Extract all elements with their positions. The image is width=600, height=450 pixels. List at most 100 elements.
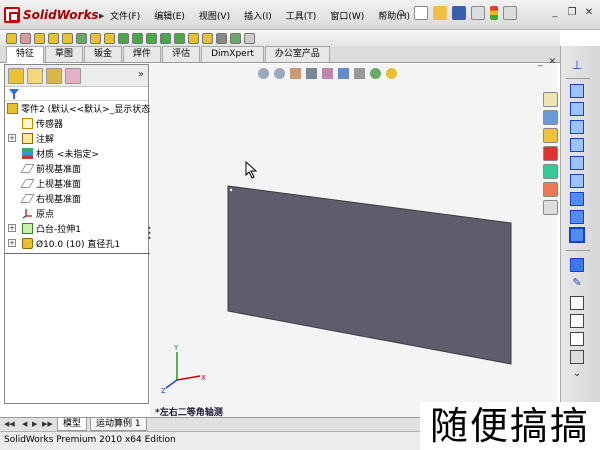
right-view-icon[interactable] bbox=[570, 138, 584, 152]
apply-scene-icon[interactable] bbox=[386, 68, 397, 79]
revolve-icon[interactable] bbox=[20, 32, 31, 44]
menu-expand-arrow-icon[interactable]: ▶ bbox=[99, 12, 104, 20]
tree-item-sensors[interactable]: 传感器 bbox=[5, 116, 148, 131]
chevron-right-icon[interactable]: » bbox=[138, 69, 144, 80]
extrude-boss-icon[interactable] bbox=[6, 32, 17, 44]
appearances-scenes-icon[interactable] bbox=[542, 182, 558, 197]
curves-icon[interactable] bbox=[230, 32, 241, 44]
tab-office-products[interactable]: 办公室产品 bbox=[264, 46, 330, 62]
last-tab-icon[interactable]: ▶▶ bbox=[42, 420, 53, 428]
rebuild-traffic-light-icon[interactable] bbox=[490, 6, 498, 20]
view-palette-icon[interactable] bbox=[542, 164, 558, 179]
hole-wizard-icon[interactable] bbox=[76, 32, 87, 44]
menu-file[interactable]: 文件(F) bbox=[110, 9, 140, 22]
menu-edit[interactable]: 编辑(E) bbox=[154, 9, 185, 22]
dimxpert-manager-tab-icon[interactable] bbox=[65, 67, 81, 84]
chamfer-icon[interactable] bbox=[104, 32, 115, 44]
print-icon[interactable] bbox=[471, 6, 485, 20]
pin-menu-icon[interactable]: ⚲ bbox=[397, 8, 405, 21]
tree-feature-hole[interactable]: + Ø10.0 (10) 直径孔1 bbox=[5, 236, 148, 251]
wrap-icon[interactable] bbox=[174, 32, 185, 44]
filter-icon[interactable] bbox=[9, 89, 19, 99]
tree-feature-boss-extrude[interactable]: + 凸台-拉伸1 bbox=[5, 221, 148, 236]
section-view-icon[interactable] bbox=[306, 68, 317, 79]
tab-weldments[interactable]: 焊件 bbox=[123, 46, 162, 62]
next-tab-icon[interactable]: ▶ bbox=[32, 420, 37, 428]
view-orientation-icon[interactable] bbox=[322, 68, 333, 79]
tree-item-annotations[interactable]: + 注解 bbox=[5, 131, 148, 146]
file-explorer-icon[interactable] bbox=[542, 128, 558, 143]
design-library-icon[interactable] bbox=[542, 110, 558, 125]
tree-filter[interactable] bbox=[5, 87, 148, 101]
edit-appearance-icon[interactable] bbox=[370, 68, 381, 79]
tree-item-front-plane[interactable]: 前视基准面 bbox=[5, 161, 148, 176]
fillet-icon[interactable] bbox=[90, 32, 101, 44]
dome-icon[interactable] bbox=[160, 32, 171, 44]
search-icon[interactable] bbox=[542, 146, 558, 161]
reference-geometry-icon[interactable] bbox=[216, 32, 227, 44]
tab-sheet-metal[interactable]: 钣金 bbox=[84, 46, 123, 62]
previous-tab-icon[interactable]: ◀ bbox=[22, 420, 27, 428]
expand-icon[interactable]: + bbox=[8, 239, 16, 247]
hidden-lines-visible-icon[interactable] bbox=[570, 314, 584, 328]
menu-tools[interactable]: 工具(T) bbox=[286, 9, 317, 22]
rollback-bar[interactable] bbox=[5, 253, 150, 254]
expand-icon[interactable]: + bbox=[8, 224, 16, 232]
tab-features[interactable]: 特征 bbox=[6, 46, 45, 63]
isometric-view-icon[interactable] bbox=[570, 192, 584, 206]
graphics-area[interactable] bbox=[150, 64, 557, 417]
draft-icon[interactable] bbox=[146, 32, 157, 44]
pattern-icon[interactable] bbox=[188, 32, 199, 44]
graphics-close-icon[interactable]: ✕ bbox=[549, 57, 557, 67]
loft-icon[interactable] bbox=[48, 32, 59, 44]
open-folder-icon[interactable] bbox=[433, 6, 447, 20]
tab-sketch[interactable]: 草图 bbox=[45, 46, 84, 62]
menu-view[interactable]: 视图(V) bbox=[199, 9, 230, 22]
left-view-icon[interactable] bbox=[570, 120, 584, 134]
tab-evaluate[interactable]: 评估 bbox=[162, 46, 201, 62]
save-icon[interactable] bbox=[452, 6, 466, 20]
property-manager-tab-icon[interactable] bbox=[27, 67, 43, 84]
first-tab-icon[interactable]: ◀◀ bbox=[4, 420, 15, 428]
chevron-down-icon[interactable]: ⌄ bbox=[570, 368, 584, 382]
tree-root-part[interactable]: 零件2 (默认<<默认>_显示状态 bbox=[5, 101, 150, 116]
shaded-with-edges-icon[interactable] bbox=[570, 258, 584, 272]
new-file-icon[interactable] bbox=[414, 6, 428, 20]
extrude-cut-icon[interactable] bbox=[62, 32, 73, 44]
custom-properties-icon[interactable] bbox=[542, 200, 558, 215]
back-view-icon[interactable] bbox=[570, 102, 584, 116]
sweep-icon[interactable] bbox=[34, 32, 45, 44]
hidden-lines-removed-icon[interactable] bbox=[570, 332, 584, 346]
close-icon[interactable]: ✕ bbox=[582, 6, 596, 20]
tree-item-material[interactable]: 材质 <未指定> bbox=[5, 146, 148, 161]
panel-resize-handle[interactable]: • • • bbox=[147, 225, 152, 243]
menu-window[interactable]: 窗口(W) bbox=[330, 9, 364, 22]
expand-icon[interactable]: + bbox=[8, 134, 16, 142]
app-logo[interactable]: SolidWorks bbox=[4, 6, 100, 24]
tree-item-origin[interactable]: 原点 bbox=[5, 206, 148, 221]
restore-icon[interactable]: ❐ bbox=[565, 6, 579, 20]
configuration-manager-tab-icon[interactable] bbox=[46, 67, 62, 84]
previous-view-icon[interactable] bbox=[290, 68, 301, 79]
bottom-view-icon[interactable] bbox=[570, 174, 584, 188]
tree-item-top-plane[interactable]: 上视基准面 bbox=[5, 176, 148, 191]
mirror-icon[interactable] bbox=[202, 32, 213, 44]
menu-insert[interactable]: 插入(I) bbox=[244, 9, 272, 22]
tab-model[interactable]: 模型 bbox=[57, 418, 88, 431]
top-view-icon[interactable] bbox=[570, 156, 584, 170]
display-style-icon[interactable] bbox=[338, 68, 349, 79]
tab-motion-study[interactable]: 运动算例 1 bbox=[90, 418, 147, 431]
minimize-icon[interactable]: _ bbox=[548, 6, 562, 20]
menu-help[interactable]: 帮助(H) bbox=[378, 9, 410, 22]
sketch-icon[interactable]: ✎ bbox=[570, 276, 584, 290]
tree-item-right-plane[interactable]: 右视基准面 bbox=[5, 191, 148, 206]
normal-to-icon[interactable]: ⊥ bbox=[570, 58, 584, 72]
zoom-to-fit-icon[interactable] bbox=[258, 68, 269, 79]
tab-dimxpert[interactable]: DimXpert bbox=[201, 46, 264, 62]
zoom-to-area-icon[interactable] bbox=[274, 68, 285, 79]
rib-icon[interactable] bbox=[118, 32, 129, 44]
options-icon[interactable] bbox=[503, 6, 517, 20]
graphics-minimize-icon[interactable]: _ bbox=[538, 57, 543, 67]
front-view-icon[interactable] bbox=[570, 84, 584, 98]
instant3d-icon[interactable] bbox=[244, 32, 255, 44]
